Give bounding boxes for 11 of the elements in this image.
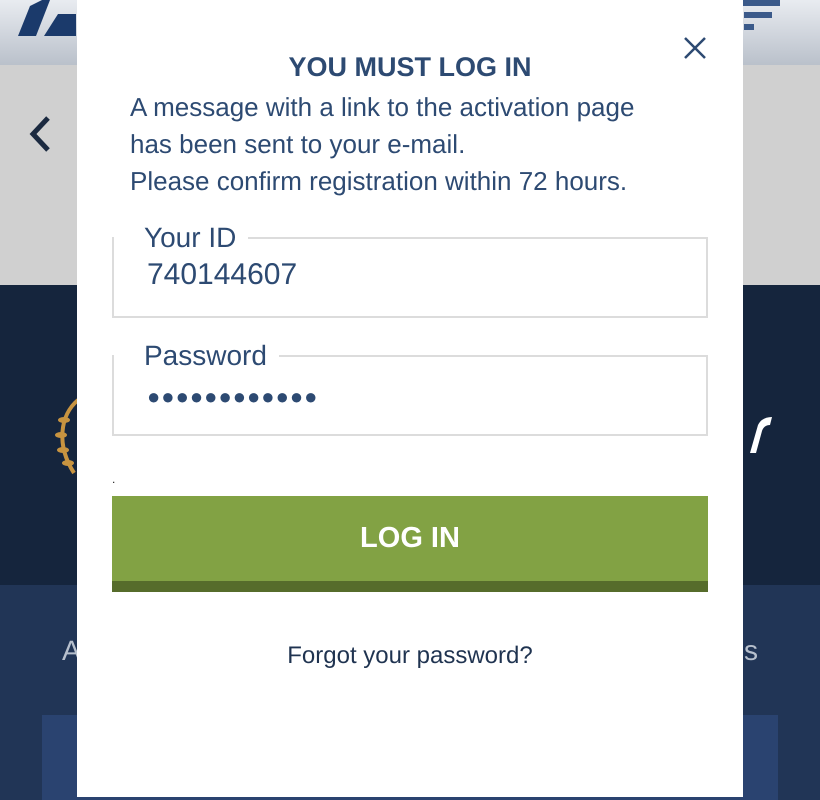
id-field[interactable]: 740144607 [147,258,673,292]
field-label: Your ID [143,222,238,254]
dialog-title: YOU MUST LOG IN [288,52,532,83]
note-text: . [112,472,116,486]
dialog-message: A message with a link to the activation page has been sent to your e-mail. Please confirm registration within 72 hours. [129,91,636,198]
field-label: Password [143,340,268,372]
forgot-password-link[interactable]: Forgot your password? [287,642,533,670]
back-icon[interactable] [28,115,52,153]
password-field[interactable]: ●●●●●●●●●●●● [147,384,673,410]
menu-text: s [744,635,758,667]
menu-icon[interactable] [740,0,780,30]
